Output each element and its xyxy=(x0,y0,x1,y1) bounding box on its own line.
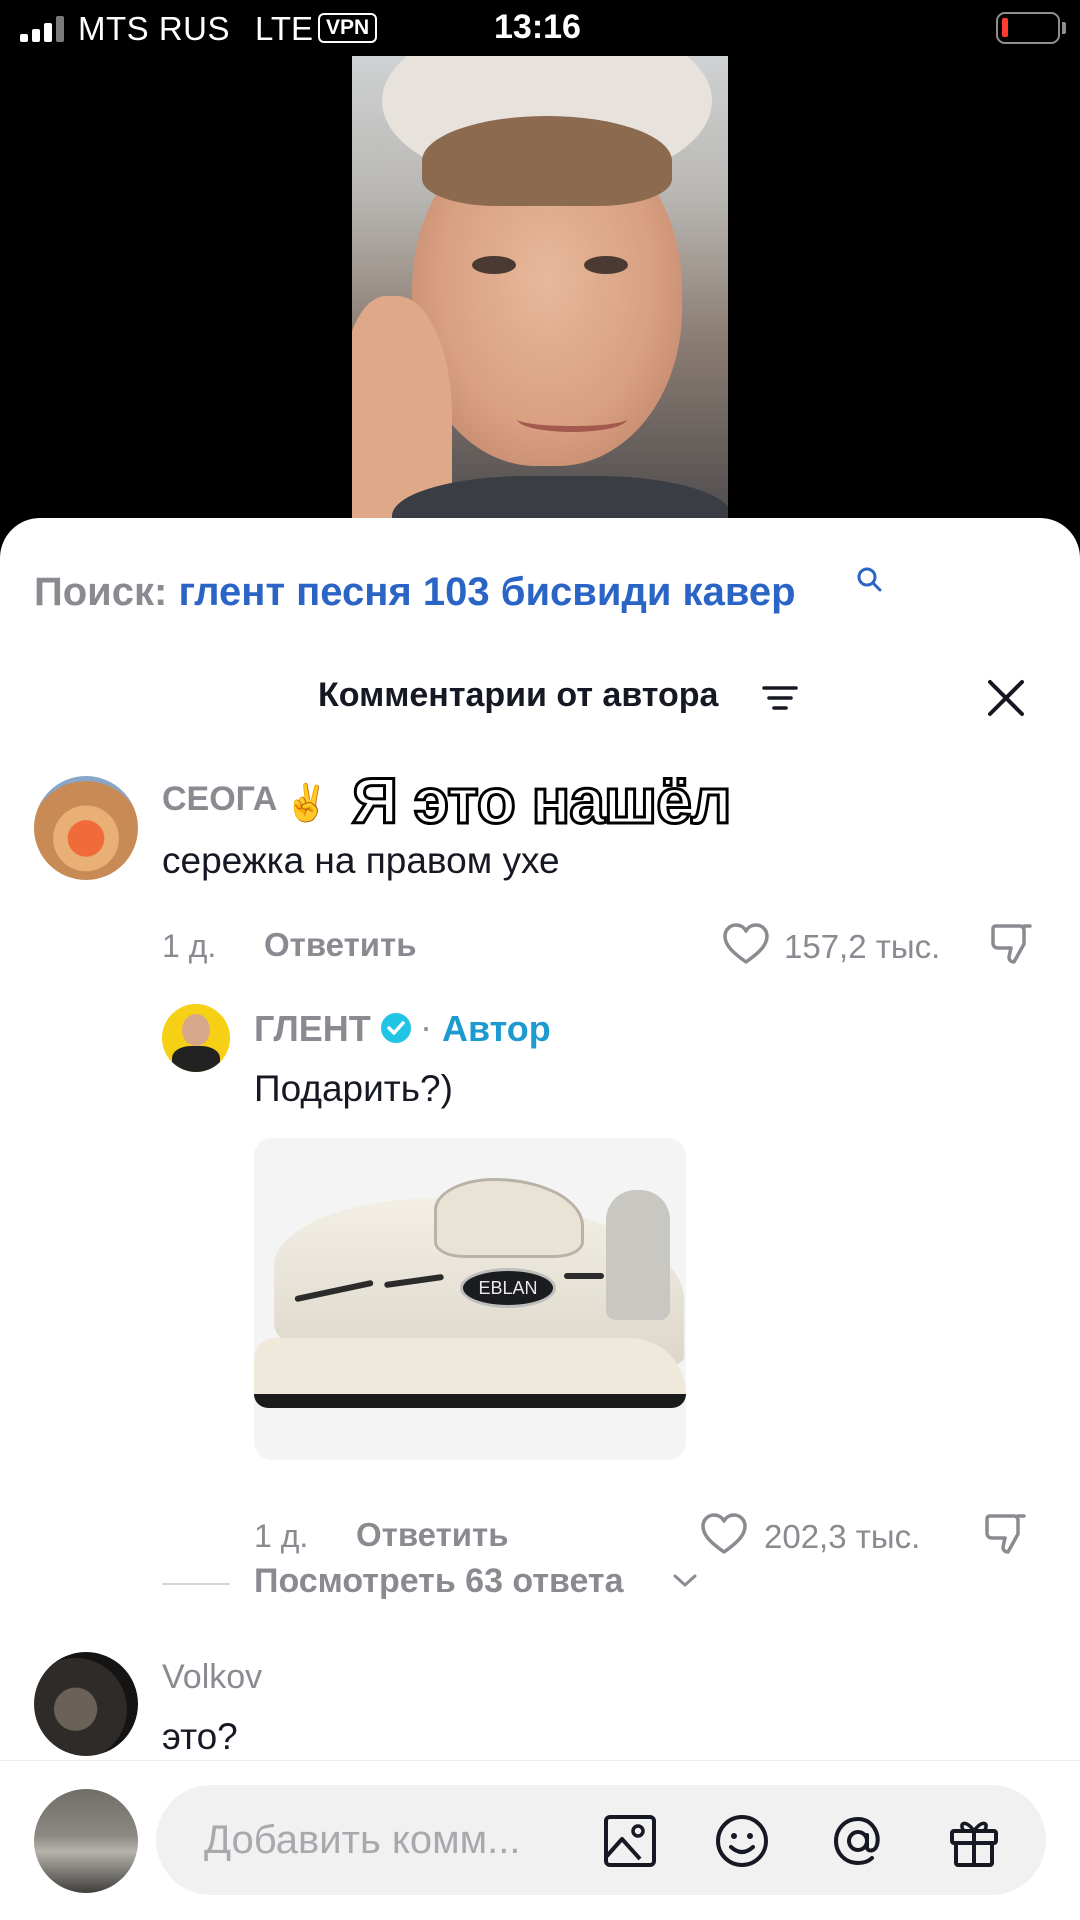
emoji-icon[interactable] xyxy=(712,1811,772,1871)
comment-text: это? xyxy=(162,1716,238,1757)
search-query[interactable]: глент песня 103 бисвиди кавер xyxy=(178,570,795,614)
signal-icon xyxy=(20,16,66,42)
vpn-badge: VPN xyxy=(318,13,378,43)
author-badge: Автор xyxy=(442,1008,551,1049)
author-username[interactable]: ГЛЕНТ xyxy=(254,1008,371,1050)
search-label: Поиск: xyxy=(34,570,168,614)
battery-icon xyxy=(996,12,1060,44)
comment-username[interactable]: СЕОГА xyxy=(162,780,277,819)
comments-sheet: Поиск: глент песня 103 бисвиди кавер Ком… xyxy=(0,518,1080,1920)
comment-text: сережка на правом ухе xyxy=(162,840,560,881)
my-avatar[interactable] xyxy=(34,1789,138,1893)
close-icon[interactable] xyxy=(984,676,1028,720)
video-thumbnail[interactable] xyxy=(352,56,728,530)
overlay-caption: Я это нашёл xyxy=(351,764,733,839)
mention-icon[interactable] xyxy=(828,1811,888,1871)
view-replies-button[interactable]: Посмотреть 63 ответа xyxy=(254,1562,623,1601)
chevron-down-icon[interactable] xyxy=(672,1572,698,1590)
clock: 13:16 xyxy=(494,8,581,46)
author-avatar[interactable] xyxy=(162,1004,230,1072)
like-count: 202,3 тыс. xyxy=(764,1518,921,1555)
victory-hand-emoji: ✌️ xyxy=(284,782,329,823)
dislike-icon[interactable] xyxy=(988,920,1034,966)
search-suggestion[interactable]: Поиск: глент песня 103 бисвиди кавер xyxy=(34,567,882,615)
comment-text: Подарить?) xyxy=(254,1068,453,1109)
comment-time: 1 д. xyxy=(254,1518,309,1554)
gift-icon[interactable] xyxy=(944,1811,1004,1871)
reply-button[interactable]: Ответить xyxy=(356,1516,509,1554)
comment-input-bar xyxy=(0,1760,1080,1920)
separator-dot: · xyxy=(420,1006,432,1047)
avatar[interactable] xyxy=(34,1652,138,1756)
heart-icon[interactable] xyxy=(722,922,770,966)
carrier-name: MTS RUS xyxy=(78,10,230,47)
comment-image[interactable]: EBLAN xyxy=(254,1138,686,1460)
heart-icon[interactable] xyxy=(700,1512,748,1556)
comment-username[interactable]: Volkov xyxy=(162,1658,262,1697)
search-icon[interactable] xyxy=(856,566,882,592)
status-bar: MTS RUS LTE VPN 13:16 xyxy=(0,0,1080,56)
avatar[interactable] xyxy=(34,776,138,880)
replies-divider xyxy=(162,1583,230,1585)
sheet-title[interactable]: Комментарии от автора xyxy=(318,676,718,715)
sneaker-label: EBLAN xyxy=(460,1268,556,1308)
image-icon[interactable] xyxy=(600,1811,660,1871)
reply-button[interactable]: Ответить xyxy=(264,926,417,964)
filter-icon[interactable] xyxy=(762,684,798,712)
battery-tip xyxy=(1062,22,1066,34)
comment-time: 1 д. xyxy=(162,928,217,964)
verified-icon xyxy=(381,1013,411,1043)
dislike-icon[interactable] xyxy=(982,1510,1028,1556)
network-type: LTE xyxy=(255,10,314,47)
like-count: 157,2 тыс. xyxy=(784,928,941,965)
